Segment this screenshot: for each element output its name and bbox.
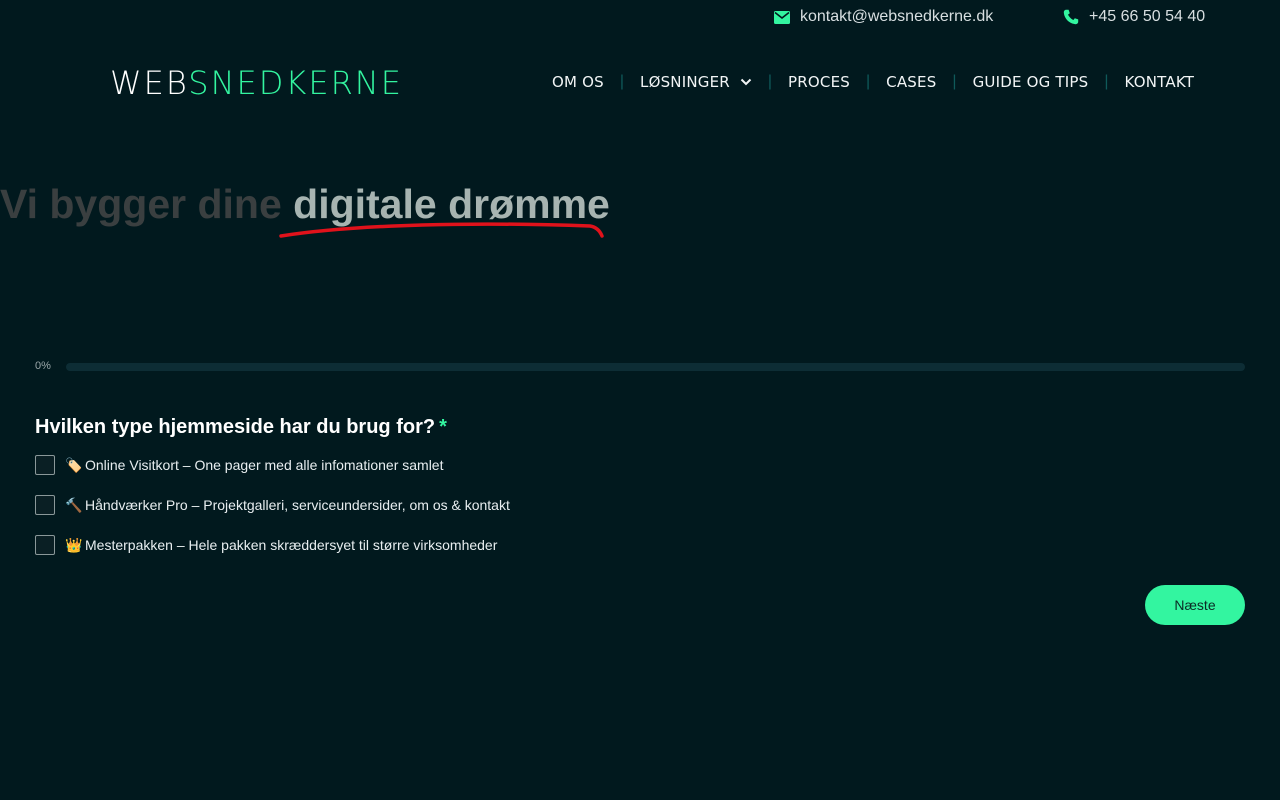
option-haandvaerker-pro[interactable]: 🔨 Håndværker Pro – Projektgalleri, servi… xyxy=(35,485,510,525)
nav-item-guide-og-tips[interactable]: GUIDE OG TIPS xyxy=(973,73,1089,91)
checkbox[interactable] xyxy=(35,535,55,555)
options-list: 🏷️ Online Visitkort – One pager med alle… xyxy=(35,455,510,575)
next-button[interactable]: Næste xyxy=(1145,585,1245,625)
option-label[interactable]: Håndværker Pro – Projektgalleri, service… xyxy=(85,497,510,513)
phone-icon xyxy=(1063,9,1079,25)
hero-underline-decoration xyxy=(279,222,604,238)
option-mesterpakken[interactable]: 👑 Mesterpakken – Hele pakken skræddersye… xyxy=(35,525,510,565)
option-label[interactable]: Mesterpakken – Hele pakken skræddersyet … xyxy=(85,537,497,553)
main-navigation: OM OS | LØSNINGER | PROCES | CASES | GUI… xyxy=(552,72,1194,92)
nav-separator: | xyxy=(767,73,773,90)
option-label[interactable]: Online Visitkort – One pager med alle in… xyxy=(85,457,443,473)
question-label: Hvilken type hjemmeside har du brug for?… xyxy=(35,416,447,439)
progress-percent: 0% xyxy=(35,360,51,372)
nav-item-cases[interactable]: CASES xyxy=(886,73,936,91)
nav-separator: | xyxy=(952,73,957,90)
question-text: Hvilken type hjemmeside har du brug for? xyxy=(35,416,436,438)
nav-separator: | xyxy=(619,73,625,90)
checkbox[interactable] xyxy=(35,495,55,515)
phone-text[interactable]: +45 66 50 54 40 xyxy=(1089,8,1205,26)
nav-separator: | xyxy=(1104,73,1109,90)
checkbox[interactable] xyxy=(35,455,55,475)
logo-part-snedkerne: SNEDKERNE xyxy=(188,64,403,102)
nav-item-kontakt[interactable]: KONTAKT xyxy=(1125,73,1195,91)
site-logo[interactable]: WEBSNEDKERNE xyxy=(110,66,403,100)
nav-separator: | xyxy=(866,73,871,90)
nav-item-losninger-label: LØSNINGER xyxy=(640,73,730,91)
nav-item-om-os[interactable]: OM OS xyxy=(552,73,604,91)
logo-part-web: WEB xyxy=(110,64,189,102)
top-contact-bar: kontakt@websnedkerne.dk +45 66 50 54 40 xyxy=(0,0,1280,36)
nav-item-proces[interactable]: PROCES xyxy=(788,73,850,91)
email-link[interactable]: kontakt@websnedkerne.dk xyxy=(774,8,993,26)
hammer-icon: 🔨 xyxy=(65,496,83,513)
crown-icon: 👑 xyxy=(65,536,83,553)
required-marker: * xyxy=(439,416,447,438)
envelope-icon xyxy=(774,10,790,24)
chevron-down-icon[interactable] xyxy=(740,78,752,86)
progress-bar xyxy=(66,363,1245,371)
phone-link[interactable]: +45 66 50 54 40 xyxy=(1063,8,1205,26)
nav-item-losninger[interactable]: LØSNINGER xyxy=(640,73,752,91)
option-online-visitkort[interactable]: 🏷️ Online Visitkort – One pager med alle… xyxy=(35,445,510,485)
tag-icon: 🏷️ xyxy=(65,456,83,473)
hero-lead: Vi bygger dine xyxy=(0,181,294,227)
email-text[interactable]: kontakt@websnedkerne.dk xyxy=(800,8,993,26)
